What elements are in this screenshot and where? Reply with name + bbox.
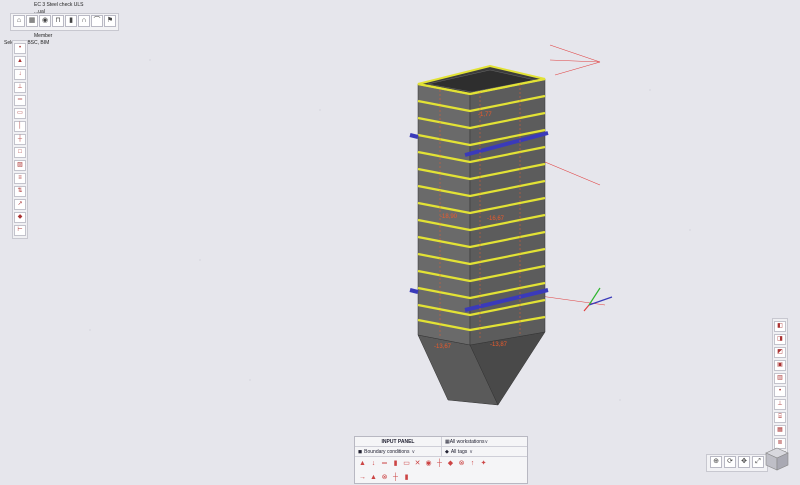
support-icon[interactable]: ▲ [369,473,378,482]
cross-icon[interactable]: ✕ [413,459,422,468]
result-label: -18,90 [440,214,458,220]
hatch-icon[interactable]: ▨ [14,160,26,171]
chevron-down-icon: ∨ [484,438,489,445]
marker-icon[interactable]: ◆ [14,212,26,223]
beam-icon[interactable]: ═ [14,95,26,106]
boundary-selector[interactable]: ◼ Boundary conditions ∨ [355,447,442,456]
workstation-label: All workstations [449,438,485,445]
member-icon[interactable]: │ [14,121,26,132]
grid-icon[interactable]: ▦ [774,425,786,436]
member-icon[interactable]: ▮ [391,459,400,468]
arrow-icon[interactable]: → [358,473,367,482]
pin-icon[interactable]: ◉ [424,459,433,468]
zoom-icon[interactable]: ⊕ [710,456,722,468]
plate-icon[interactable]: ▭ [14,108,26,119]
chevron-down-icon: ∨ [469,448,473,455]
rib-icon[interactable]: ┼ [391,473,400,482]
rib-icon[interactable]: ┼ [435,459,444,468]
align-icon[interactable]: ⇅ [14,186,26,197]
view-icon[interactable]: ◨ [774,334,786,345]
grid-icon[interactable]: ▦ [26,15,38,27]
view-icon[interactable]: ◩ [774,347,786,358]
arch-icon[interactable]: ∩ [78,15,90,27]
house-icon[interactable]: ⌂ [13,15,25,27]
measure-icon[interactable]: ↗ [14,199,26,210]
dimension-icon[interactable]: ⊢ [14,225,26,236]
flag-icon[interactable]: ⚑ [104,15,116,27]
workstation-selector[interactable]: ▦ All workstations ∨ [442,437,491,446]
load-icon[interactable]: ↓ [14,69,26,80]
tag-icon[interactable]: ◆ [446,459,455,468]
support-icon[interactable]: ▲ [358,459,367,468]
frame-icon[interactable]: ⊓ [52,15,64,27]
panel-tools-row: ▲ ↓ ═ ▮ ▭ ✕ ◉ ┼ ◆ ⊗ ↑ ✦ [355,457,527,471]
member-icon[interactable]: ▮ [402,473,411,482]
reference-lines [539,44,606,306]
result-label: -13,87 [490,342,508,348]
tags-selector[interactable]: ◆ All tags ∨ [442,447,476,456]
lock-icon[interactable]: ▣ [774,360,786,371]
navigation-bar: ⊕ ⟳ ✥ ⤢ [706,454,768,472]
rotate-icon[interactable]: ⟳ [724,456,736,468]
node-icon[interactable]: • [14,43,26,54]
arrow-icon[interactable]: ↑ [468,459,477,468]
result-label: -1,77 [478,112,492,118]
layer-icon: ◼ [358,448,363,455]
tag-icon: ◆ [445,448,449,455]
input-panel-title: INPUT PANEL [355,437,442,446]
frame-icon[interactable]: ▭ [402,459,411,468]
info-line: EC 3 Steel check ULS [34,2,84,8]
result-label: -13,67 [434,344,452,350]
wall-icon[interactable]: ▥ [774,373,786,384]
background-grid [89,59,691,401]
view-icon[interactable]: ◧ [774,321,786,332]
top-toolbar: ⌂ ▦ ◉ ⊓ ▮ ∩ ⌒ ⚑ [10,13,119,31]
pan-icon[interactable]: ✥ [738,456,750,468]
fit-icon[interactable]: ⤢ [752,456,764,468]
section-icon[interactable]: ⊥ [774,399,786,410]
beam-icon[interactable]: ═ [380,459,389,468]
hinge-icon[interactable]: ⊗ [457,459,466,468]
hinge-icon[interactable]: ⊗ [380,473,389,482]
input-panel: INPUT PANEL ▦ All workstations ∨ ◼ Bound… [354,436,528,484]
tags-label: All tags [450,448,468,455]
info-line: Member [34,33,53,39]
support-icon[interactable]: ▲ [14,56,26,67]
point-icon[interactable]: • [774,386,786,397]
rib-icon[interactable]: ┼ [14,134,26,145]
result-label: -16,67 [487,216,505,222]
view-cube[interactable] [764,446,790,472]
opening-icon[interactable]: □ [14,147,26,158]
boundary-label: Boundary conditions [364,448,410,455]
filter-icon[interactable]: ⌸ [774,412,786,423]
right-toolbar: ◧ ◨ ◩ ▣ ▥ • ⊥ ⌸ ▦ ≣ ◐ [772,318,788,465]
section-icon[interactable]: ⊥ [14,82,26,93]
star-icon[interactable]: ✦ [479,459,488,468]
arch-icon[interactable]: ⌒ [91,15,103,27]
3d-viewport[interactable]: -1,77 -18,90 -16,67 -13,67 -13,87 [0,0,800,483]
layer-icon[interactable]: ≡ [14,173,26,184]
left-toolbar: • ▲ ↓ ⊥ ═ ▭ │ ┼ □ ▨ ≡ ⇅ ↗ ◆ ⊢ [12,40,28,239]
pin-icon[interactable]: ◉ [39,15,51,27]
chevron-down-icon: ∨ [411,448,416,455]
load-icon[interactable]: ↓ [369,459,378,468]
axis-gizmo [583,287,613,312]
member-icon[interactable]: ▮ [65,15,77,27]
